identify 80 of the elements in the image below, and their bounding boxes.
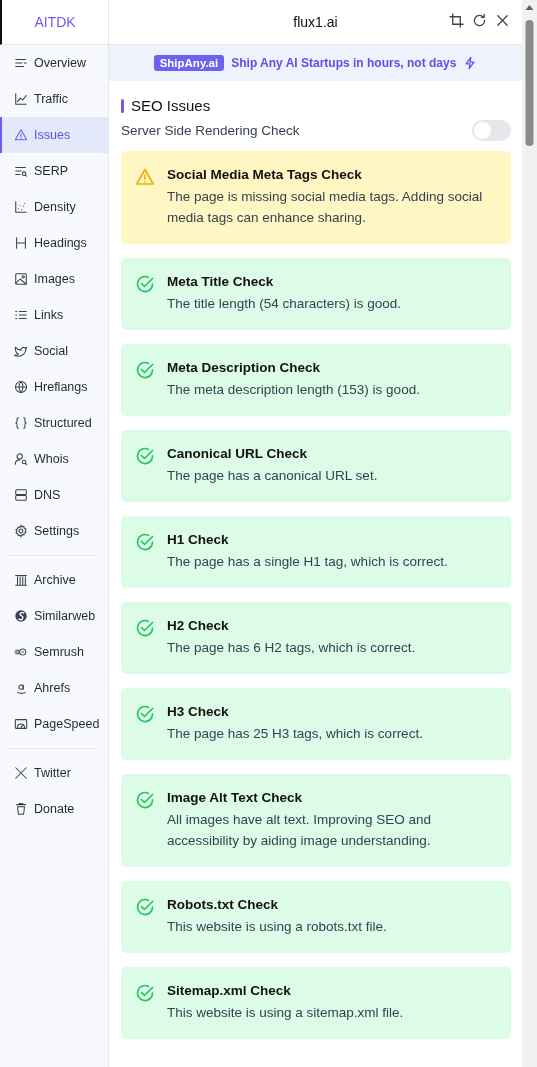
check-description: The page has 25 H3 tags, which is correct. <box>167 725 423 743</box>
check-title: Meta Description Check <box>167 360 322 375</box>
check-description: All images have alt text. Improving SEO and accessibility by aiding image understanding. <box>167 811 433 850</box>
check-circle-icon <box>135 618 155 638</box>
check-title: Sitemap.xml Check <box>167 983 292 998</box>
bird-icon <box>14 344 28 358</box>
crop-icon[interactable] <box>449 13 464 28</box>
check-circle-icon <box>135 446 155 466</box>
logo: AITDK <box>34 14 76 30</box>
cup-icon <box>14 802 28 816</box>
toggle-label: Server Side Rendering Check <box>121 123 300 138</box>
check-description: This website is using a robots.txt file. <box>167 918 387 936</box>
sidebar-item[interactable]: SERP <box>0 153 108 189</box>
user-search-icon <box>14 452 28 466</box>
sidebar-item[interactable]: Issues <box>0 117 108 153</box>
check-circle-icon <box>135 532 155 552</box>
sidebar-item[interactable]: Twitter <box>0 755 108 791</box>
image-icon <box>14 272 28 286</box>
heading-icon <box>14 236 28 250</box>
check-description: This website is using a sitemap.xml file. <box>167 1004 404 1022</box>
line-chart-icon <box>14 92 28 106</box>
check-circle-icon <box>135 897 155 917</box>
sidebar-item[interactable]: Hreflangs <box>0 369 108 405</box>
check-title: H1 Check <box>167 532 230 547</box>
x-logo-icon <box>14 766 28 780</box>
check-circle-icon <box>135 983 155 1003</box>
sidebar-item[interactable]: Semrush <box>0 634 108 670</box>
check-title: Robots.txt Check <box>167 897 279 912</box>
check-title: H2 Check <box>167 618 230 633</box>
section-title: SEO Issues <box>131 97 211 114</box>
toggle-switch[interactable] <box>472 120 511 141</box>
check-description: The page has 6 H2 tags, which is correct. <box>167 639 416 657</box>
warning-icon <box>14 128 28 142</box>
check-title: Meta Title Check <box>167 274 275 289</box>
gear-icon <box>14 524 28 538</box>
server-icon <box>14 488 28 502</box>
columns-icon <box>14 573 28 587</box>
sidebar-item[interactable]: Density <box>0 189 108 225</box>
check-circle-icon <box>135 790 155 810</box>
check-title: H3 Check <box>167 704 230 719</box>
check-description: The title length (54 characters) is good. <box>167 295 402 313</box>
refresh-icon[interactable] <box>472 13 487 28</box>
braces-icon <box>14 416 28 430</box>
disc-icon <box>14 609 28 623</box>
brand-badge[interactable]: ShipAny.ai <box>153 55 225 71</box>
sidebar-item[interactable]: Settings <box>0 513 108 549</box>
sidebar-item[interactable]: Structured <box>0 405 108 441</box>
promo-link[interactable]: Ship Any AI Startups in hours, not days <box>231 56 457 70</box>
sidebar-item[interactable]: PageSpeed <box>0 706 108 742</box>
sidebar-item[interactable]: Ahrefs <box>0 670 108 706</box>
sidebar-item[interactable]: Traffic <box>0 81 108 117</box>
sidebar-item[interactable]: Whois <box>0 441 108 477</box>
sidebar-item[interactable]: Archive <box>0 562 108 598</box>
check-title: Image Alt Text Check <box>167 790 304 805</box>
check-title: Social Media Meta Tags Check <box>167 167 363 182</box>
sidebar-item[interactable]: Headings <box>0 225 108 261</box>
sidebar-item[interactable]: Links <box>0 297 108 333</box>
sidebar-item[interactable]: Donate <box>0 791 108 827</box>
check-description: The meta description length (153) is good. <box>167 381 420 399</box>
check-description: The page is missing social media tags. Adding social media tags can enhance sharing. <box>167 188 484 227</box>
check-circle-icon <box>135 704 155 724</box>
check-description: The page has a canonical URL set. <box>167 467 378 485</box>
search-list-icon <box>14 164 28 178</box>
sidebar-item[interactable]: Similarweb <box>0 598 108 634</box>
sidebar-item[interactable]: DNS <box>0 477 108 513</box>
list-icon <box>14 308 28 322</box>
sidebar-item[interactable]: Social <box>0 333 108 369</box>
check-circle-icon <box>135 274 155 294</box>
page-title: flux1.ai <box>293 14 338 30</box>
warning-icon <box>135 167 155 187</box>
check-title: Canonical URL Check <box>167 446 309 461</box>
close-icon[interactable] <box>495 13 510 28</box>
gauge-icon <box>14 717 28 731</box>
globe-icon <box>14 380 28 394</box>
check-description: The page has a single H1 tag, which is correct. <box>167 553 448 571</box>
lines-icon <box>14 56 28 70</box>
sidebar-item[interactable]: Overview <box>0 45 108 81</box>
check-circle-icon <box>135 360 155 380</box>
sidebar-item[interactable]: Images <box>0 261 108 297</box>
scatter-icon <box>14 200 28 214</box>
